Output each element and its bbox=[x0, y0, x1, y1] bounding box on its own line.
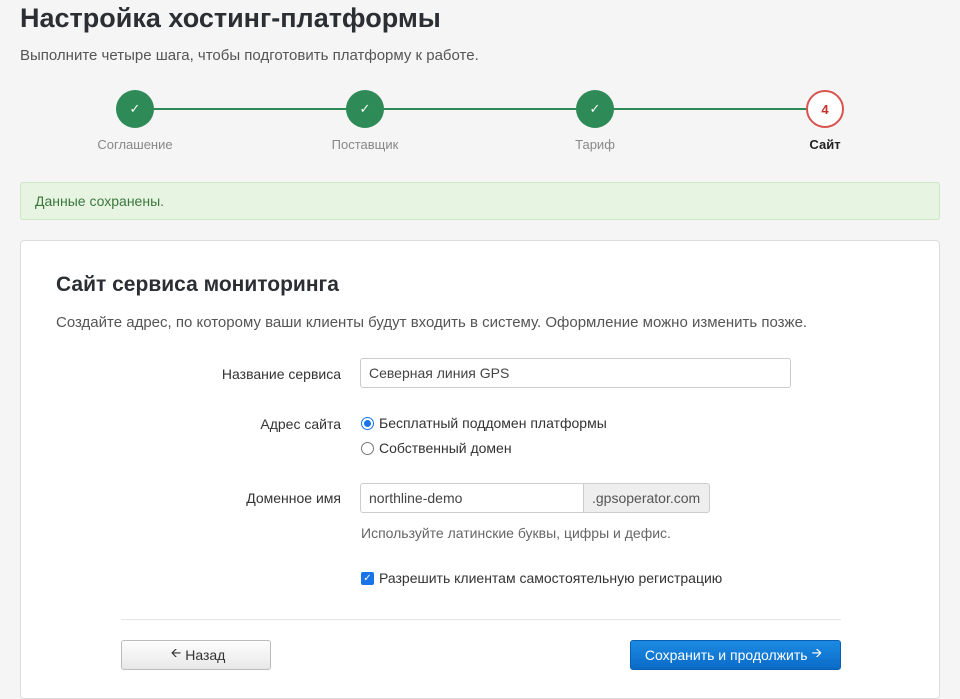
step-3-label: Тариф bbox=[575, 137, 615, 152]
domain-input[interactable] bbox=[360, 483, 584, 513]
form-divider bbox=[121, 619, 841, 620]
success-alert: Данные сохранены. bbox=[20, 182, 940, 220]
step-4-label: Сайт bbox=[809, 137, 841, 152]
step-2-label: Поставщик bbox=[331, 137, 399, 152]
domain-label: Доменное имя bbox=[246, 490, 341, 506]
site-settings-panel: Сайт сервиса мониторинга Создайте адрес,… bbox=[20, 240, 940, 699]
radio-free-subdomain[interactable]: Бесплатный поддомен платформы bbox=[361, 415, 607, 431]
stepper: ✓ Соглашение ✓ Поставщик ✓ Тариф 4 Сайт bbox=[0, 90, 960, 160]
domain-suffix: .gpsoperator.com bbox=[583, 483, 710, 513]
checkbox-checked-icon[interactable]: ✓ bbox=[361, 571, 374, 585]
step-1-check-icon: ✓ bbox=[116, 90, 154, 128]
radio-own-label: Собственный домен bbox=[379, 440, 512, 456]
radio-own-domain[interactable]: Собственный домен bbox=[361, 440, 512, 456]
domain-help-text: Используйте латинские буквы, цифры и деф… bbox=[361, 525, 671, 541]
self-registration-label: Разрешить клиентам самостоятельную регис… bbox=[379, 570, 723, 586]
step-2-check-icon: ✓ bbox=[346, 90, 384, 128]
service-name-label: Название сервиса bbox=[221, 366, 341, 382]
stepper-line bbox=[135, 108, 825, 110]
site-address-label: Адрес сайта bbox=[260, 416, 341, 432]
back-button-label: Назад bbox=[185, 647, 226, 663]
save-button-label: Сохранить и продолжить bbox=[644, 647, 808, 663]
save-continue-button[interactable]: Сохранить и продолжить 🡪 bbox=[630, 640, 841, 670]
step-1-label: Соглашение bbox=[97, 137, 173, 152]
panel-description: Создайте адрес, по которому ваши клиенты… bbox=[56, 314, 808, 331]
arrow-right-icon: 🡪 bbox=[811, 645, 823, 660]
service-name-input[interactable] bbox=[360, 358, 791, 388]
step-4-number: 4 bbox=[806, 90, 844, 128]
page-subtitle: Выполните четыре шага, чтобы подготовить… bbox=[20, 47, 479, 64]
arrow-left-icon: 🡨 bbox=[170, 645, 182, 660]
radio-free-label: Бесплатный поддомен платформы bbox=[379, 415, 607, 431]
self-registration-checkbox[interactable]: ✓ Разрешить клиентам самостоятельную рег… bbox=[361, 570, 722, 586]
radio-unchecked-icon[interactable] bbox=[361, 441, 374, 455]
back-button[interactable]: 🡨 Назад bbox=[121, 640, 271, 670]
radio-checked-icon[interactable] bbox=[361, 416, 374, 430]
page-title: Настройка хостинг-платформы bbox=[20, 3, 441, 33]
panel-title: Сайт сервиса мониторинга bbox=[56, 273, 339, 296]
step-3-check-icon: ✓ bbox=[576, 90, 614, 128]
